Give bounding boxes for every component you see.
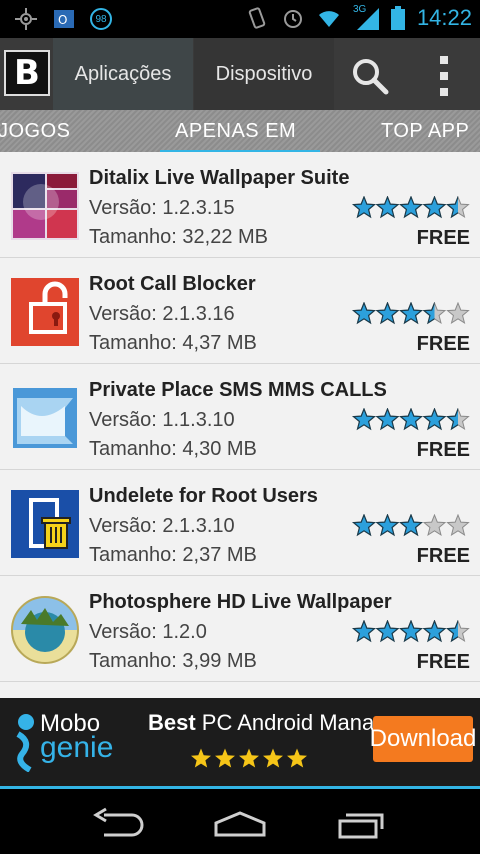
ad-star xyxy=(263,748,283,768)
list-item[interactable]: Private Place SMS MMS CALLS Versão: 1.1.… xyxy=(0,364,480,470)
list-item[interactable]: Undelete for Root Users Versão: 2.1.3.10… xyxy=(0,470,480,576)
download-button[interactable]: Download xyxy=(370,716,476,762)
clock: 14:22 xyxy=(416,5,472,30)
ad-brand: Mobo genie xyxy=(40,712,114,764)
navigation-bar xyxy=(0,789,480,854)
network-type: 3G xyxy=(352,4,367,15)
ad-brand-bottom: genie xyxy=(40,731,114,764)
ditalix-app-icon xyxy=(11,172,79,240)
ad-rating-stars xyxy=(191,748,307,768)
app-title: Private Place SMS MMS CALLS xyxy=(89,379,387,401)
photosphere-app-icon xyxy=(11,596,79,664)
star-filled xyxy=(352,620,376,643)
star-filled xyxy=(399,408,423,431)
rating-stars xyxy=(352,408,470,431)
app-size: Tamanho: 4,30 MB xyxy=(89,438,257,460)
star-filled xyxy=(399,196,423,219)
list-item[interactable]: Root Call Blocker Versão: 2.1.3.16 Taman… xyxy=(0,258,480,364)
star-empty xyxy=(446,302,470,324)
list-item[interactable]: Ditalix Live Wallpaper Suite Versão: 1.2… xyxy=(0,152,480,258)
status-bar: O 98 3G 14:22 xyxy=(0,0,480,38)
star-filled xyxy=(399,620,423,643)
app-size: Tamanho: 2,37 MB xyxy=(89,544,257,566)
vibrate-icon xyxy=(248,7,266,29)
search-icon[interactable] xyxy=(350,56,390,96)
ad-headline-bold: Best xyxy=(148,710,196,735)
app-title: Undelete for Root Users xyxy=(89,485,318,507)
tab-top-app[interactable]: TOP APP xyxy=(381,120,469,143)
app-title: Ditalix Live Wallpaper Suite xyxy=(89,167,350,189)
rating-stars xyxy=(352,302,470,325)
list-item[interactable]: Photosphere HD Live Wallpaper Versão: 1.… xyxy=(0,576,480,682)
tab-aplicacoes[interactable]: Aplicações xyxy=(53,38,193,110)
app-size: Tamanho: 3,99 MB xyxy=(89,650,257,672)
star-filled xyxy=(422,408,447,431)
app-title: Root Call Blocker xyxy=(89,273,256,295)
app-price: FREE xyxy=(416,545,470,567)
star-filled xyxy=(375,620,400,643)
ad-headline: Best PC Android Manager xyxy=(148,710,406,736)
ad-star xyxy=(191,748,211,768)
star-empty xyxy=(422,514,447,536)
star-filled xyxy=(375,514,400,537)
battery-icon xyxy=(390,6,405,30)
star-filled xyxy=(399,302,423,325)
gps-icon xyxy=(15,8,37,30)
star-filled xyxy=(352,302,376,325)
svg-text:O: O xyxy=(58,13,67,27)
star-filled xyxy=(352,514,376,537)
app-size: Tamanho: 4,37 MB xyxy=(89,332,257,354)
recent-apps-icon[interactable] xyxy=(330,807,390,841)
app-version: Versão: 2.1.3.16 xyxy=(89,303,235,325)
star-filled xyxy=(399,514,423,537)
star-filled xyxy=(375,196,400,219)
rating-stars xyxy=(352,514,470,537)
star-filled xyxy=(422,196,447,219)
app-version: Versão: 1.2.3.15 xyxy=(89,197,235,219)
app-price: FREE xyxy=(416,439,470,461)
star-filled xyxy=(352,196,376,219)
rating-stars xyxy=(352,620,470,643)
star-filled xyxy=(375,408,400,431)
app-version: Versão: 1.2.0 xyxy=(89,621,207,643)
app-list[interactable]: Ditalix Live Wallpaper Suite Versão: 1.2… xyxy=(0,152,480,698)
ad-star xyxy=(287,748,307,768)
mobogenie-logo-icon xyxy=(16,714,34,772)
app-size: Tamanho: 32,22 MB xyxy=(89,226,268,248)
wifi-icon xyxy=(318,11,339,27)
app-logo[interactable]: B xyxy=(4,50,50,96)
app-bar: B Aplicações Dispositivo xyxy=(0,38,480,110)
app-version: Versão: 2.1.3.10 xyxy=(89,515,235,537)
tab-jogos[interactable]: JOGOS xyxy=(0,120,71,143)
app-title: Photosphere HD Live Wallpaper xyxy=(89,591,392,613)
private-place-app-icon xyxy=(13,388,77,448)
tab-dispositivo[interactable]: Dispositivo xyxy=(194,38,334,110)
tab-apenas-em[interactable]: APENAS EM xyxy=(175,120,296,143)
lock-app-icon xyxy=(11,278,79,346)
star-filled xyxy=(375,302,400,325)
rating-stars xyxy=(352,196,470,219)
ad-star xyxy=(215,748,235,768)
star-empty xyxy=(446,514,470,536)
app-price: FREE xyxy=(416,333,470,355)
back-icon[interactable] xyxy=(90,807,150,841)
star-filled xyxy=(422,620,447,643)
notification-badge: 98 xyxy=(90,8,112,30)
ad-banner[interactable]: Mobo genie Best PC Android Manager Downl… xyxy=(0,698,480,786)
app-version: Versão: 1.1.3.10 xyxy=(89,409,235,431)
home-icon[interactable] xyxy=(210,807,270,841)
alarm-icon xyxy=(283,10,302,28)
ad-star xyxy=(239,748,259,768)
category-tab-strip: JOGOS APENAS EM TOP APP xyxy=(0,110,480,152)
overflow-menu-icon[interactable] xyxy=(436,56,452,96)
signal-icon: 3G xyxy=(352,4,379,30)
app-price: FREE xyxy=(416,651,470,673)
outlook-icon: O xyxy=(54,10,74,28)
undelete-app-icon xyxy=(11,490,79,558)
star-filled xyxy=(352,408,376,431)
app-price: FREE xyxy=(416,227,470,249)
